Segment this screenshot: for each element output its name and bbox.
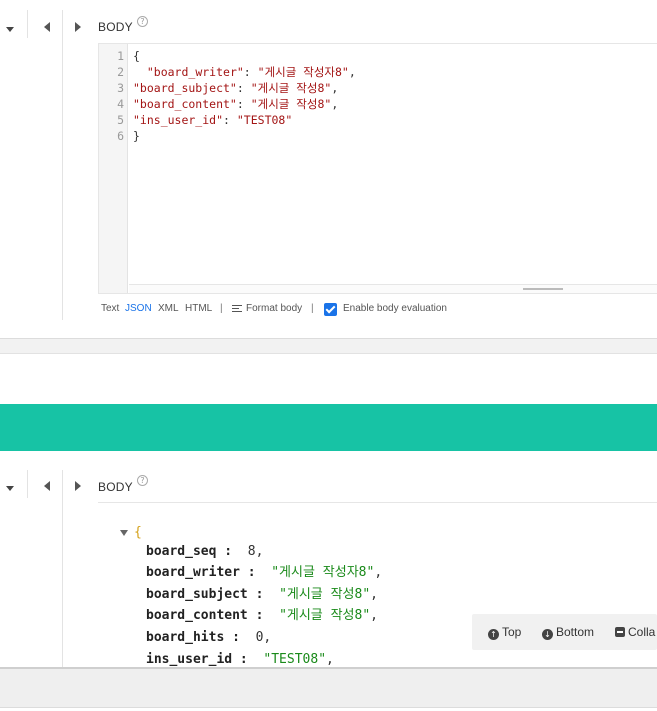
json-open-brace: { <box>134 525 142 540</box>
horizontal-scrollbar[interactable] <box>129 284 657 293</box>
code-line: "board_writer": "게시글 작성자8", <box>146 65 356 79</box>
line-number-gutter: 1 2 3 4 5 6 <box>99 44 128 293</box>
bottom-strip <box>0 669 657 707</box>
nav-prev-icon[interactable] <box>44 22 50 32</box>
arrow-down-icon: ↓ <box>542 629 553 640</box>
code-line: "board_subject": "게시글 작성8", <box>133 81 339 95</box>
response-header-border <box>98 502 657 503</box>
scroll-top-button[interactable]: ↑ Top <box>488 625 521 640</box>
code-line: "board_content": "게시글 작성8", <box>133 97 339 111</box>
panel-divider <box>62 470 63 668</box>
help-icon[interactable]: ? <box>137 16 148 27</box>
response-dropdown-caret-icon[interactable] <box>6 486 14 491</box>
format-option-text[interactable]: Text <box>101 303 119 314</box>
format-option-xml[interactable]: XML <box>158 303 179 314</box>
nav-prev-icon[interactable] <box>44 481 50 491</box>
json-field-row: board_subject : "게시글 작성8", <box>146 587 378 602</box>
code-line: { <box>133 49 140 63</box>
line-number: 4 <box>117 97 124 111</box>
line-number: 6 <box>117 129 124 143</box>
json-field-row: ins_user_id : "TEST08", <box>146 652 334 667</box>
separator: | <box>311 303 314 314</box>
bottom-strip-border <box>0 707 657 708</box>
format-body-button[interactable]: Format body <box>246 303 302 314</box>
section-gap-border <box>0 353 657 354</box>
line-number: 3 <box>117 81 124 95</box>
floating-scroll-bar: ↑ Top ↓ Bottom Colla <box>472 614 657 650</box>
collapse-toggle-icon[interactable] <box>120 530 128 536</box>
collapse-icon <box>615 627 625 637</box>
panel-divider <box>62 10 63 320</box>
line-number: 2 <box>117 65 124 79</box>
json-field-row: board_seq : 8, <box>146 544 264 559</box>
request-body-editor[interactable]: 1 2 3 4 5 6 { "board_writer": "게시글 작성자8"… <box>98 43 657 294</box>
json-field-row: board_content : "게시글 작성8", <box>146 608 378 623</box>
panel-divider <box>27 10 28 38</box>
format-option-json[interactable]: JSON <box>125 303 152 314</box>
json-field-row: board_writer : "게시글 작성자8", <box>146 565 383 580</box>
format-option-html[interactable]: HTML <box>185 303 212 314</box>
request-body-label: BODY <box>98 20 133 34</box>
section-gap <box>0 339 657 353</box>
line-number: 5 <box>117 113 124 127</box>
scroll-grip-icon[interactable] <box>523 288 563 290</box>
accent-band <box>0 404 657 451</box>
response-body-label: BODY <box>98 480 133 494</box>
json-field-row: board_hits : 0, <box>146 630 272 645</box>
help-icon[interactable]: ? <box>137 475 148 486</box>
scroll-bottom-button[interactable]: ↓ Bottom <box>542 625 594 640</box>
separator: | <box>220 303 223 314</box>
code-line: } <box>133 129 140 143</box>
nav-next-icon[interactable] <box>75 22 81 32</box>
collapse-button[interactable]: Colla <box>615 625 655 639</box>
code-line: "ins_user_id": "TEST08" <box>133 113 293 127</box>
enable-evaluation-checkbox[interactable] <box>324 303 337 316</box>
method-dropdown-caret-icon[interactable] <box>6 27 14 32</box>
enable-evaluation-label[interactable]: Enable body evaluation <box>343 303 447 314</box>
line-number: 1 <box>117 49 124 63</box>
arrow-up-icon: ↑ <box>488 629 499 640</box>
format-body-icon[interactable] <box>232 305 242 314</box>
nav-next-icon[interactable] <box>75 481 81 491</box>
panel-divider <box>27 470 28 498</box>
